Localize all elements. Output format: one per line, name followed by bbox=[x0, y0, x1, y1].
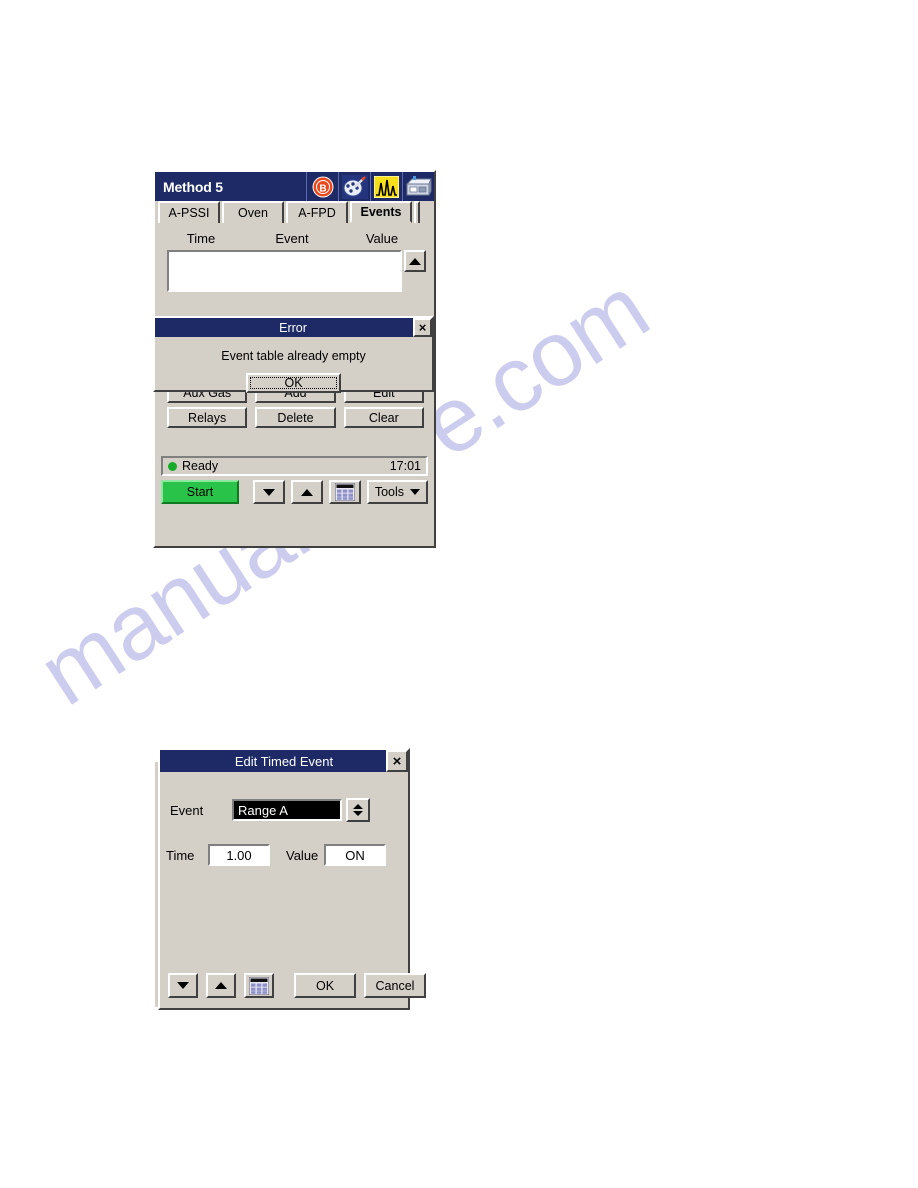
tab-label: Events bbox=[360, 205, 402, 219]
time-value-field-row: Time 1.00 Value ON bbox=[166, 844, 386, 866]
start-button[interactable]: Start bbox=[161, 480, 239, 504]
keypad-icon bbox=[249, 976, 269, 995]
value-field-label: Value bbox=[286, 847, 319, 863]
tab-label: Oven bbox=[238, 206, 268, 220]
ok-button[interactable]: OK bbox=[294, 973, 356, 998]
event-table-header: Time Event Value bbox=[155, 223, 434, 246]
tab-a-fpd[interactable]: A-FPD bbox=[286, 201, 348, 223]
close-glyph: × bbox=[418, 320, 427, 335]
scroll-down-button[interactable] bbox=[168, 973, 198, 998]
window-title: Method 5 bbox=[163, 178, 223, 195]
svg-text:B: B bbox=[319, 183, 326, 194]
column-header-event: Event bbox=[275, 231, 309, 246]
tab-bar: A-PSSI Oven A-FPD Events bbox=[155, 201, 434, 223]
event-field-label: Event bbox=[170, 802, 204, 818]
page-root: manualshive.com Method 5 B bbox=[0, 0, 918, 1188]
palette-tool-icon[interactable] bbox=[338, 172, 370, 201]
event-table-body[interactable] bbox=[167, 250, 402, 292]
keypad-icon bbox=[334, 483, 355, 501]
error-dialog-title: Error bbox=[279, 320, 307, 335]
close-icon[interactable]: × bbox=[413, 318, 432, 337]
chevron-down-icon bbox=[410, 489, 420, 495]
tab-oven[interactable]: Oven bbox=[222, 201, 284, 223]
error-dialog: Error × Event table already empty OK bbox=[153, 316, 434, 393]
close-icon[interactable]: × bbox=[386, 750, 408, 772]
button-label: Relays bbox=[188, 410, 227, 425]
column-header-time: Time bbox=[186, 231, 216, 246]
tab-overflow-stub bbox=[414, 201, 420, 223]
value-input[interactable]: ON bbox=[324, 844, 386, 866]
event-table bbox=[167, 250, 426, 292]
chromatogram-peaks-icon[interactable] bbox=[370, 172, 402, 201]
bottom-toolbar: Start Tools bbox=[155, 476, 434, 504]
edit-dialog-title: Edit Timed Event bbox=[234, 753, 334, 769]
status-clock: 17:01 bbox=[389, 459, 421, 473]
event-spinner[interactable] bbox=[346, 798, 370, 822]
tab-a-pssi[interactable]: A-PSSI bbox=[158, 201, 220, 223]
error-ok-button[interactable]: OK bbox=[246, 373, 341, 393]
event-field-row: Event Range A bbox=[170, 798, 370, 822]
scroll-up-button-toolbar[interactable] bbox=[290, 480, 323, 504]
cancel-button[interactable]: Cancel bbox=[364, 973, 426, 998]
status-bar: Ready 17:01 bbox=[161, 456, 428, 476]
window-titlebar: Method 5 B bbox=[155, 172, 434, 201]
column-header-value: Value bbox=[365, 231, 399, 246]
status-text: Ready bbox=[182, 459, 219, 473]
clear-button[interactable]: Clear bbox=[343, 407, 424, 428]
edit-dialog-body: Event Range A Time 1.00 Value ON OK Canc… bbox=[160, 772, 426, 1008]
triangle-up-icon bbox=[215, 982, 227, 989]
triangle-down-icon bbox=[262, 488, 275, 496]
tab-events[interactable]: Events bbox=[350, 201, 412, 223]
edit-timed-event-dialog: Edit Timed Event × Event Range A Time 1.… bbox=[158, 748, 426, 1010]
tab-label: A-PSSI bbox=[168, 206, 210, 220]
event-select[interactable]: Range A bbox=[232, 799, 342, 821]
button-label: OK bbox=[284, 376, 303, 390]
button-label: Clear bbox=[368, 410, 399, 425]
event-select-value: Range A bbox=[238, 802, 288, 818]
scroll-up-button[interactable] bbox=[206, 973, 236, 998]
start-button-label: Start bbox=[186, 485, 214, 499]
triangle-up-icon bbox=[353, 804, 363, 809]
keypad-button[interactable] bbox=[328, 480, 361, 504]
tools-button-label: Tools bbox=[374, 485, 404, 499]
tab-label: A-FPD bbox=[298, 206, 336, 220]
button-label: Cancel bbox=[375, 978, 415, 993]
error-dialog-titlebar: Error × bbox=[155, 318, 432, 337]
button-label: Delete bbox=[277, 410, 314, 425]
method-editor-window: Method 5 B A-PSSI Oven A-FPD Events Time… bbox=[153, 170, 436, 548]
time-input[interactable]: 1.00 bbox=[208, 844, 270, 866]
edit-dialog-titlebar: Edit Timed Event × bbox=[160, 750, 408, 772]
close-glyph: × bbox=[392, 752, 402, 770]
instrument-icon[interactable] bbox=[402, 172, 434, 201]
triangle-down-icon bbox=[177, 982, 189, 989]
button-label: OK bbox=[315, 978, 335, 993]
bruker-b-logo-icon[interactable]: B bbox=[306, 172, 338, 201]
keypad-button[interactable] bbox=[244, 973, 274, 998]
titlebar-icon-group: B bbox=[306, 172, 434, 201]
value-input-value: ON bbox=[345, 847, 365, 863]
error-dialog-message: Event table already empty bbox=[221, 349, 366, 363]
triangle-up-icon bbox=[409, 257, 421, 265]
delete-button[interactable]: Delete bbox=[255, 407, 336, 428]
event-table-scrollbar[interactable] bbox=[404, 250, 426, 292]
error-dialog-actions: OK bbox=[155, 363, 432, 393]
triangle-up-icon bbox=[300, 488, 313, 496]
tools-menu-button[interactable]: Tools bbox=[366, 480, 428, 504]
scroll-up-button[interactable] bbox=[404, 250, 426, 272]
scroll-down-button[interactable] bbox=[252, 480, 285, 504]
triangle-down-icon bbox=[353, 811, 363, 816]
status-led-icon bbox=[168, 461, 177, 471]
time-input-value: 1.00 bbox=[226, 847, 252, 863]
time-field-label: Time bbox=[166, 847, 195, 863]
relays-button[interactable]: Relays bbox=[167, 407, 248, 428]
edit-dialog-actions: OK Cancel bbox=[168, 973, 426, 998]
